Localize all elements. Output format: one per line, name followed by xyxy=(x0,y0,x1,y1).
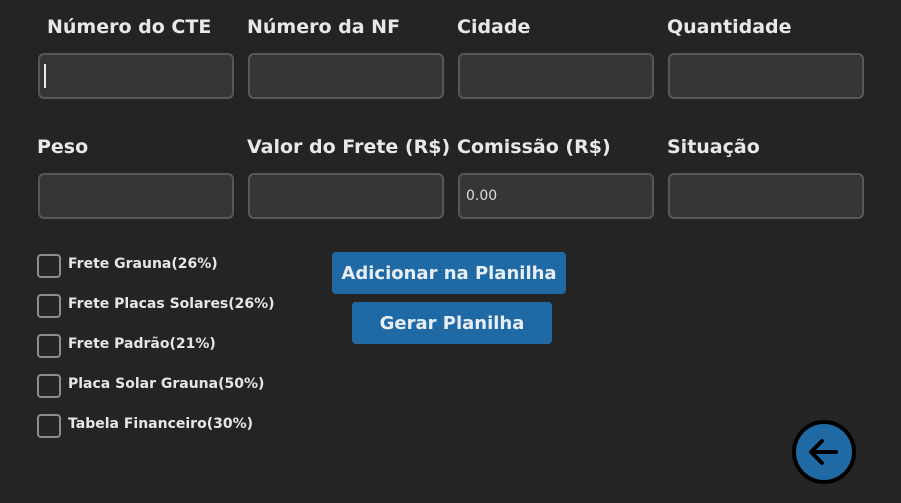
numero-nf-input[interactable] xyxy=(248,53,444,99)
valor-frete-input[interactable] xyxy=(248,173,444,219)
back-button[interactable] xyxy=(792,420,856,484)
situacao-input[interactable] xyxy=(668,173,864,219)
checkbox-frete-placas-solares[interactable] xyxy=(37,294,61,318)
quantidade-input[interactable] xyxy=(668,53,864,99)
label-situacao: Situação xyxy=(667,136,760,158)
checkbox-label-frete-padrao[interactable]: Frete Padrão(21%) xyxy=(68,336,216,352)
checkbox-label-tabela-financeiro[interactable]: Tabela Financeiro(30%) xyxy=(68,416,253,432)
checkbox-frete-grauna[interactable] xyxy=(37,254,61,278)
checkbox-label-placa-solar-grauna[interactable]: Placa Solar Grauna(50%) xyxy=(68,376,264,392)
label-valor-frete: Valor do Frete (R$) xyxy=(247,136,451,158)
add-to-spreadsheet-button[interactable]: Adicionar na Planilha xyxy=(332,252,566,294)
checkbox-frete-padrao[interactable] xyxy=(37,334,61,358)
checkbox-placa-solar-grauna[interactable] xyxy=(37,374,61,398)
checkbox-tabela-financeiro[interactable] xyxy=(37,414,61,438)
label-peso: Peso xyxy=(37,136,89,158)
checkbox-label-frete-placas-solares[interactable]: Frete Placas Solares(26%) xyxy=(68,296,275,312)
comissao-input[interactable] xyxy=(458,173,654,219)
peso-input[interactable] xyxy=(38,173,234,219)
label-numero-cte: Número do CTE xyxy=(47,16,212,38)
generate-spreadsheet-button[interactable]: Gerar Planilha xyxy=(352,302,552,344)
label-comissao: Comissão (R$) xyxy=(457,136,611,158)
label-quantidade: Quantidade xyxy=(667,16,792,38)
label-numero-nf: Número da NF xyxy=(247,16,401,38)
arrow-left-icon xyxy=(809,439,838,465)
cidade-input[interactable] xyxy=(458,53,654,99)
text-caret xyxy=(44,64,46,88)
numero-cte-input[interactable] xyxy=(38,53,234,99)
checkbox-label-frete-grauna[interactable]: Frete Grauna(26%) xyxy=(68,256,218,272)
label-cidade: Cidade xyxy=(457,16,531,38)
